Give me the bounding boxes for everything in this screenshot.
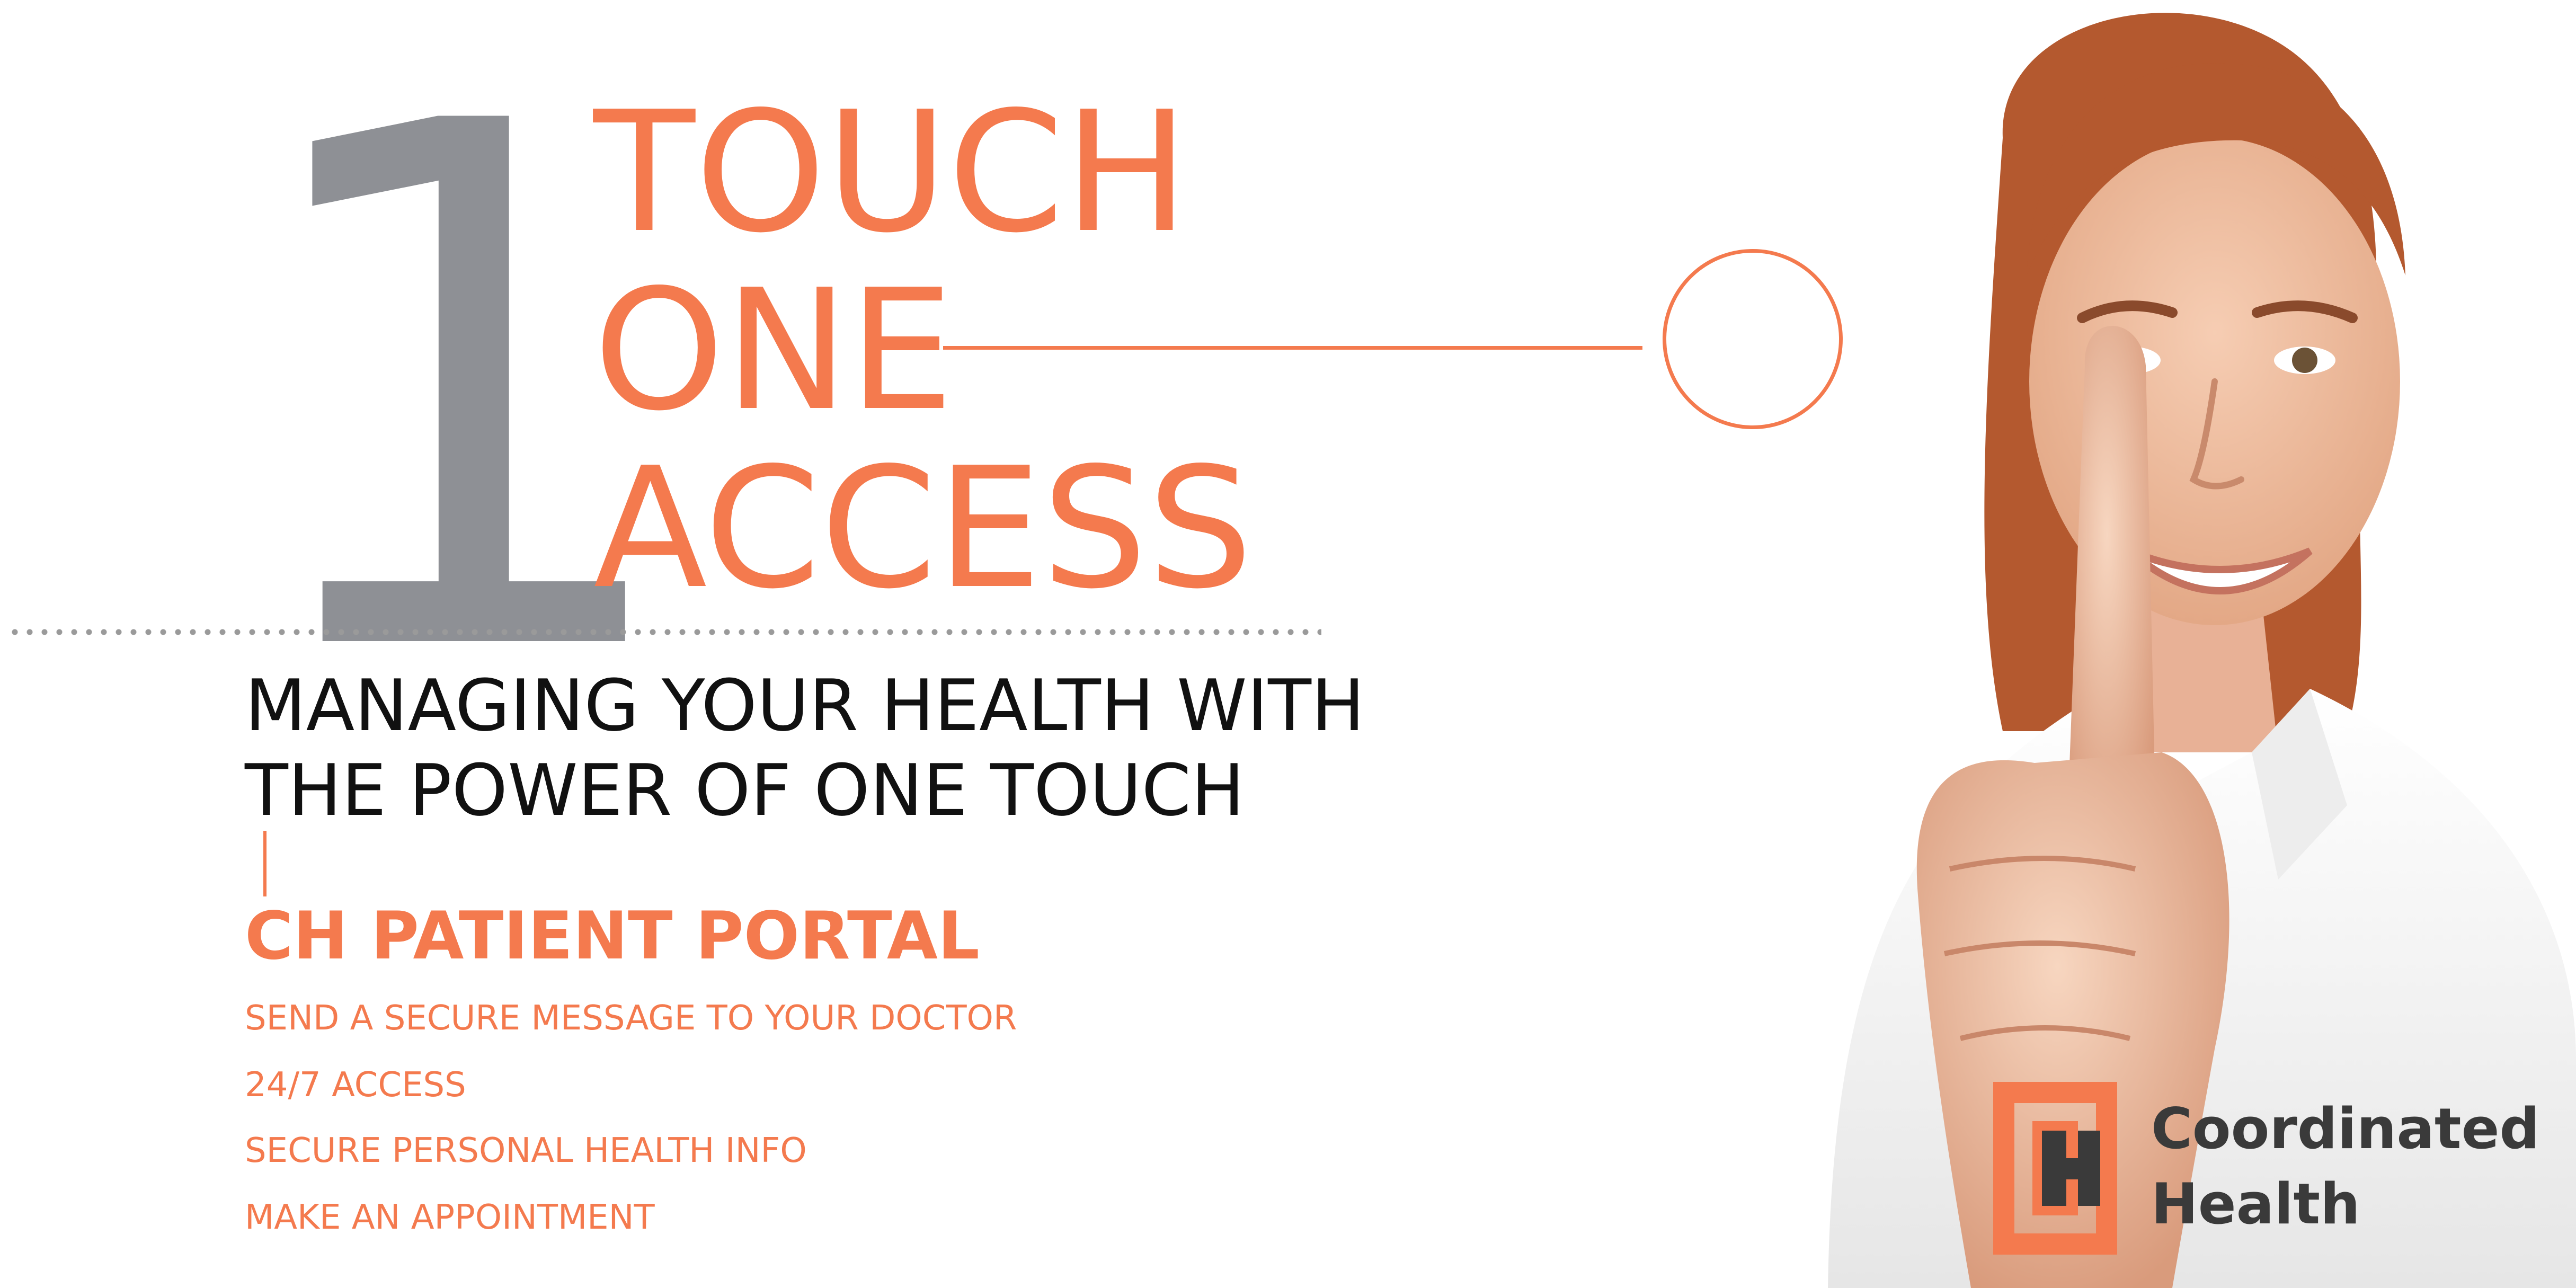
headline-touch: TOUCH [593, 76, 1189, 270]
feature-secure-message: SEND A SECURE MESSAGE TO YOUR DOCTOR [245, 999, 1017, 1038]
feature-24-7-access: 24/7 ACCESS [245, 1065, 466, 1105]
dotted-divider [7, 628, 1321, 636]
tagline-line-1: MANAGING YOUR HEALTH WITH [245, 664, 1365, 747]
feature-make-appointment: MAKE AN APPOINTMENT [245, 1198, 655, 1237]
logo-wordmark-health: Health [2151, 1171, 2360, 1237]
coordinated-health-logo-icon [1993, 1082, 2117, 1255]
feature-secure-health-info: SECURE PERSONAL HEALTH INFO [245, 1131, 807, 1170]
tagline-line-2: THE POWER OF ONE TOUCH [245, 749, 1245, 832]
headline-one: ONE [593, 254, 954, 448]
pointer-connector-line [943, 346, 1642, 350]
accent-tick-divider [263, 831, 267, 896]
portal-title: CH PATIENT PORTAL [245, 898, 980, 974]
fingertip-circle-icon [1663, 249, 1843, 429]
woman-pointing-photo [1828, 13, 2576, 1288]
logo-wordmark-coordinated: Coordinated [2151, 1096, 2540, 1161]
headline-access: ACCESS [593, 432, 1253, 626]
